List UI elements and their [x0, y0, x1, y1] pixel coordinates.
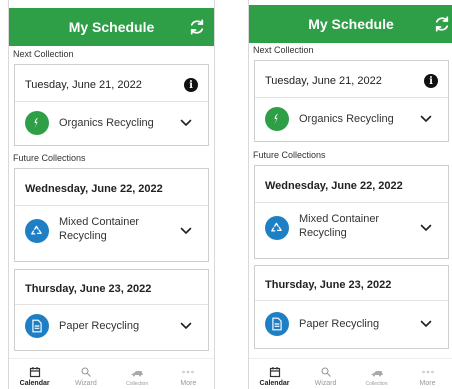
future-collection-card: Thursday, June 23, 2022 Paper Recycling — [254, 265, 449, 349]
collection-type-line1: Mixed Container — [299, 213, 380, 225]
nav-label: Wizard — [74, 380, 97, 387]
nav-calendar[interactable]: Calendar — [9, 359, 60, 389]
search-icon — [80, 365, 92, 379]
collection-type-line1: Mixed Container — [59, 216, 140, 228]
chevron-down-icon[interactable] — [180, 322, 192, 330]
chevron-down-icon[interactable] — [180, 119, 192, 127]
bottom-nav: Calendar Wizard Collection More — [9, 358, 214, 389]
refresh-icon[interactable] — [188, 18, 206, 36]
nav-label: Calendar — [19, 380, 50, 387]
collection-type: Mixed Container Recycling — [299, 212, 379, 240]
more-icon — [421, 365, 434, 379]
future-collections-label: Future Collections — [253, 150, 326, 160]
recycle-icon — [265, 216, 289, 240]
card-divider — [15, 205, 208, 206]
card-divider — [15, 101, 208, 102]
chevron-down-icon[interactable] — [180, 227, 192, 235]
recycle-icon — [25, 219, 49, 243]
next-collection-card: Tuesday, June 21, 2022 i Organics Recycl… — [14, 64, 209, 146]
page-title: My Schedule — [308, 16, 394, 32]
next-collection-card: Tuesday, June 21, 2022 i Organics Recycl… — [254, 60, 449, 142]
collection-type-line2: Recycling — [59, 230, 107, 242]
truck-icon — [370, 366, 384, 380]
nav-label: Wizard — [314, 380, 337, 387]
future-collection-card: Wednesday, June 22, 2022 Mixed Container… — [14, 168, 209, 262]
document-icon — [265, 312, 289, 336]
search-icon — [320, 365, 332, 379]
document-icon — [25, 314, 49, 338]
info-icon[interactable]: i — [184, 78, 198, 92]
calendar-icon — [269, 365, 281, 379]
info-icon[interactable]: i — [424, 74, 438, 88]
card-divider — [15, 304, 208, 305]
page-title: My Schedule — [68, 19, 155, 35]
organics-icon — [25, 111, 49, 135]
chevron-down-icon[interactable] — [420, 115, 432, 123]
nav-more[interactable]: More — [402, 359, 452, 389]
refresh-icon[interactable] — [433, 15, 451, 33]
nav-collection[interactable]: Collection — [112, 359, 163, 389]
card-divider — [255, 202, 448, 203]
calendar-icon — [29, 365, 41, 379]
more-icon — [182, 365, 195, 379]
card-divider — [255, 97, 448, 98]
collection-date: Wednesday, June 22, 2022 — [265, 180, 403, 192]
collection-type: Mixed Container Recycling — [59, 215, 139, 243]
card-divider — [255, 300, 448, 301]
future-collections-label: Future Collections — [13, 153, 86, 163]
phone-screen-left: My Schedule Next Collection Tuesday, Jun… — [8, 0, 215, 389]
nav-label: More — [180, 380, 197, 387]
collection-type-line2: Recycling — [299, 227, 347, 239]
bottom-nav: Calendar Wizard Collection More — [249, 358, 452, 389]
collection-date: Thursday, June 23, 2022 — [265, 279, 392, 291]
next-collection-label: Next Collection — [253, 45, 314, 55]
collection-date: Wednesday, June 22, 2022 — [25, 183, 163, 195]
collection-type: Paper Recycling — [59, 320, 140, 332]
collection-date: Thursday, June 23, 2022 — [25, 283, 152, 295]
nav-label: Collection — [365, 381, 388, 387]
app-header: My Schedule — [9, 8, 214, 46]
app-header: My Schedule — [249, 5, 452, 43]
collection-type: Organics Recycling — [299, 113, 394, 125]
nav-calendar[interactable]: Calendar — [249, 359, 300, 389]
nav-label: More — [419, 380, 436, 387]
nav-wizard[interactable]: Wizard — [60, 359, 111, 389]
collection-type: Paper Recycling — [299, 318, 380, 330]
next-collection-label: Next Collection — [13, 49, 74, 59]
chevron-down-icon[interactable] — [420, 320, 432, 328]
collection-date: Tuesday, June 21, 2022 — [25, 79, 142, 91]
nav-label: Collection — [126, 381, 149, 387]
future-collection-card: Wednesday, June 22, 2022 Mixed Container… — [254, 165, 449, 259]
nav-label: Calendar — [259, 380, 290, 387]
collection-date: Tuesday, June 21, 2022 — [265, 75, 382, 87]
nav-collection[interactable]: Collection — [351, 359, 402, 389]
future-collection-card: Thursday, June 23, 2022 Paper Recycling — [14, 269, 209, 351]
organics-icon — [265, 107, 289, 131]
chevron-down-icon[interactable] — [420, 224, 432, 232]
nav-wizard[interactable]: Wizard — [300, 359, 351, 389]
phone-screen-right: My Schedule Next Collection Tuesday, Jun… — [248, 0, 452, 389]
truck-icon — [130, 366, 144, 380]
collection-type: Organics Recycling — [59, 117, 154, 129]
nav-more[interactable]: More — [163, 359, 214, 389]
